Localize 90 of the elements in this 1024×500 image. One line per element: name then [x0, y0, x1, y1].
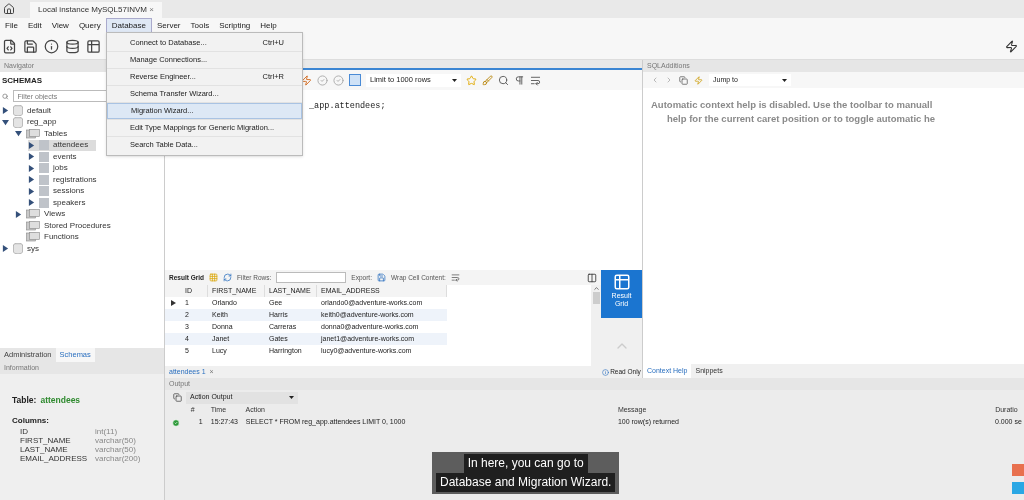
- caret-icon: [452, 78, 457, 82]
- context-help-text: help for the current caret position or to toggle automatic he: [666, 112, 937, 127]
- connection-tab[interactable]: Local instance MySQL57INVM ×: [30, 2, 162, 18]
- scroll-up-icon[interactable]: [592, 285, 600, 292]
- folder-icon: [26, 209, 40, 220]
- column-name: ID: [20, 426, 29, 436]
- column-name: EMAIL_ADDRESS: [20, 453, 89, 463]
- folder-icon: [26, 128, 40, 139]
- expand-arrow-icon[interactable]: [15, 210, 22, 218]
- tree-item[interactable]: sessions: [28, 185, 93, 197]
- table-icon: [39, 163, 49, 174]
- expand-arrow-icon[interactable]: [2, 118, 9, 126]
- database-icon[interactable]: [65, 38, 80, 54]
- column-type: int(11): [95, 426, 118, 436]
- column-name: FIRST_NAME: [20, 435, 72, 445]
- copy-icon[interactable]: [173, 393, 182, 402]
- menu-item[interactable]: Server: [151, 18, 186, 33]
- panel-toggle-icon[interactable]: [587, 272, 597, 283]
- tree-item[interactable]: Tables: [15, 128, 76, 140]
- toggle-autocommit-button[interactable]: [349, 74, 361, 86]
- expand-arrow-icon[interactable]: [28, 141, 35, 149]
- pilcrow-icon[interactable]: [514, 74, 525, 86]
- expand-arrow-icon[interactable]: [28, 164, 35, 172]
- caret-icon: [782, 78, 787, 82]
- inspector-icon[interactable]: [44, 38, 59, 54]
- table-icon: [39, 197, 49, 208]
- sql-code-line: _app.attendees;: [309, 101, 386, 111]
- table-icon: [39, 186, 49, 197]
- refresh-icon[interactable]: [223, 273, 233, 282]
- column-type: varchar(50): [95, 435, 136, 445]
- broom-icon[interactable]: [482, 74, 493, 86]
- new-sql-icon[interactable]: [2, 38, 17, 54]
- info-icon: [602, 368, 610, 376]
- folder-icon: [26, 232, 40, 243]
- execute-icon[interactable]: [301, 74, 312, 86]
- table-icon: [39, 174, 49, 185]
- wrap-icon[interactable]: [530, 74, 541, 86]
- tree-item[interactable]: sys: [2, 243, 47, 255]
- expand-arrow-icon[interactable]: [15, 130, 22, 138]
- caret-icon: [289, 396, 294, 399]
- expand-arrow-icon[interactable]: [2, 107, 9, 115]
- columns-label: Columns:: [12, 414, 49, 427]
- column-type: varchar(200): [95, 453, 141, 463]
- table-icon: [39, 140, 49, 151]
- database-icon: [13, 116, 23, 128]
- close-tab-button[interactable]: ×: [149, 4, 154, 16]
- search-icon[interactable]: [498, 74, 509, 86]
- menu-item[interactable]: Scripting: [214, 18, 256, 33]
- expand-arrow-icon[interactable]: [28, 153, 35, 161]
- context-help-text: Automatic context help is disabled. Use the toolbar to manuall: [651, 98, 934, 112]
- tree-item[interactable]: registrations: [28, 174, 105, 186]
- save-icon[interactable]: [23, 38, 38, 54]
- column-name: LAST_NAME: [20, 444, 68, 454]
- home-icon[interactable]: [3, 3, 15, 15]
- search-icon: [2, 92, 9, 100]
- expand-arrow-icon[interactable]: [28, 187, 35, 195]
- expand-arrow-icon[interactable]: [2, 245, 9, 253]
- tree-item[interactable]: Views: [15, 208, 74, 220]
- folder-icon: [26, 220, 40, 231]
- expand-arrow-icon[interactable]: [28, 199, 35, 207]
- database-icon: [13, 105, 23, 117]
- expand-arrow-icon[interactable]: [28, 176, 35, 184]
- tree-item[interactable]: speakers: [28, 197, 94, 209]
- table-label: Table:: [12, 394, 37, 407]
- star-icon[interactable]: [466, 74, 477, 86]
- menu-item[interactable]: Tools: [185, 18, 215, 33]
- menu-item[interactable]: Edit: [22, 18, 47, 33]
- corner-tile: [1012, 482, 1024, 494]
- column-type: varchar(50): [95, 444, 136, 454]
- tree-item[interactable]: attendees: [28, 139, 97, 151]
- database-icon: [13, 243, 23, 255]
- tree-item[interactable]: default: [2, 105, 60, 117]
- tree-item[interactable]: Functions: [15, 231, 87, 243]
- filter-rows-field[interactable]: [276, 272, 347, 283]
- wrap-icon[interactable]: [450, 273, 460, 282]
- scrollbar-thumb[interactable]: [592, 292, 600, 304]
- menu-item[interactable]: Help: [255, 18, 282, 33]
- menu-item[interactable]: Query: [73, 18, 106, 33]
- schemas-heading: SCHEMAS: [1, 75, 43, 87]
- table-icon: [39, 151, 49, 162]
- tree-item[interactable]: reg_app: [2, 116, 65, 128]
- table-icon[interactable]: [86, 38, 101, 54]
- grid-icon: [612, 273, 631, 291]
- table-name: attendees: [40, 394, 81, 407]
- menu-item[interactable]: View: [46, 18, 74, 33]
- corner-tile: [1012, 464, 1024, 476]
- menu-item[interactable]: File: [0, 18, 23, 33]
- tree-item[interactable]: jobs: [28, 162, 76, 174]
- tree-item[interactable]: events: [28, 151, 85, 163]
- tree-item[interactable]: Stored Procedures: [15, 220, 119, 232]
